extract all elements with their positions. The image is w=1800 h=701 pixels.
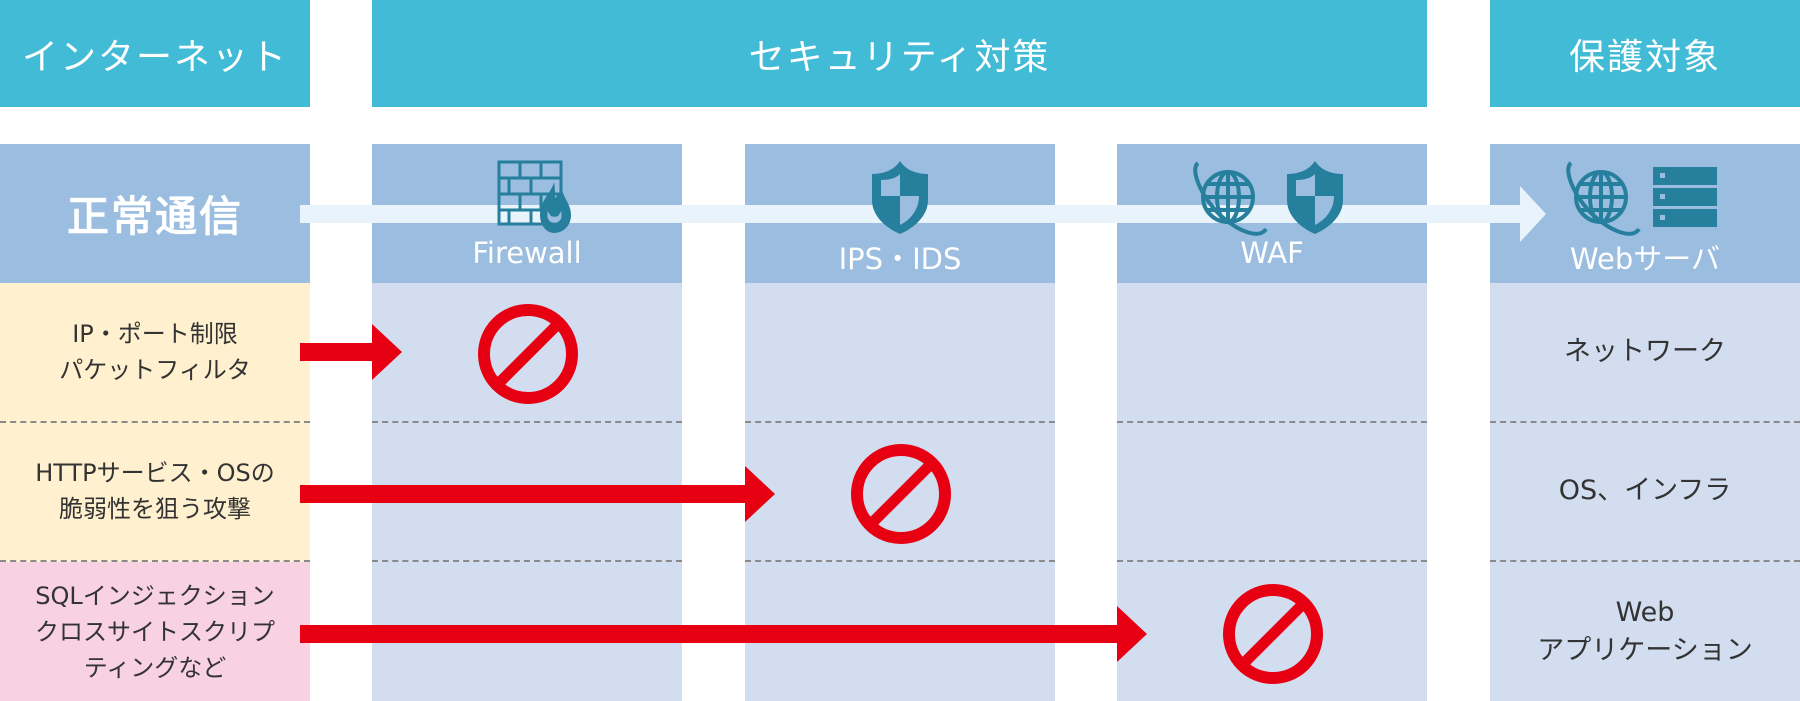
blocked-icon [851, 444, 951, 544]
header-protected: 保護対象 [1490, 0, 1800, 107]
row-divider [372, 421, 682, 423]
blocked-icon [478, 304, 578, 404]
row-divider [745, 421, 1055, 423]
target-label: Webサーバ [1570, 242, 1720, 276]
attack-label-1: IP・ポート制限 パケットフィルタ [59, 320, 251, 384]
protects-label-1: ネットワーク [1564, 335, 1726, 367]
row-divider [372, 560, 682, 562]
normal-flow-arrow-head [1520, 186, 1546, 242]
waf-label: WAF [1240, 236, 1304, 270]
ips-label: IPS・IDS [838, 242, 962, 276]
attack-arrow-3 [300, 606, 1147, 662]
row-divider [1117, 560, 1427, 562]
attack-arrow-2 [300, 466, 775, 522]
globe-icon [1193, 161, 1268, 236]
attack-arrow-1 [300, 324, 402, 380]
server-icon [1653, 167, 1717, 227]
globe-icon [1566, 161, 1641, 236]
shield-icon [872, 161, 928, 234]
protects-label-2: OS、インフラ [1558, 474, 1732, 506]
row-divider [1117, 421, 1427, 423]
normal-traffic-label: 正常通信 [66, 192, 243, 241]
protects-label-3: Web アプリケーション [1537, 596, 1753, 666]
header-security: セキュリティ対策 [372, 0, 1427, 107]
firewall-label: Firewall [472, 236, 582, 270]
firewall-icon [497, 160, 571, 233]
normal-traffic-cell: 正常通信 [0, 144, 310, 283]
shield-icon [1287, 161, 1343, 234]
blocked-icon [1223, 584, 1323, 684]
row-divider [745, 560, 1055, 562]
header-internet: インターネット [0, 0, 310, 107]
attack-label-2: HTTPサービス・OSの 脆弱性を狙う攻撃 [35, 459, 275, 523]
attack-label-3: SQLインジェクション クロスサイトスクリプ ティングなど [35, 581, 275, 682]
